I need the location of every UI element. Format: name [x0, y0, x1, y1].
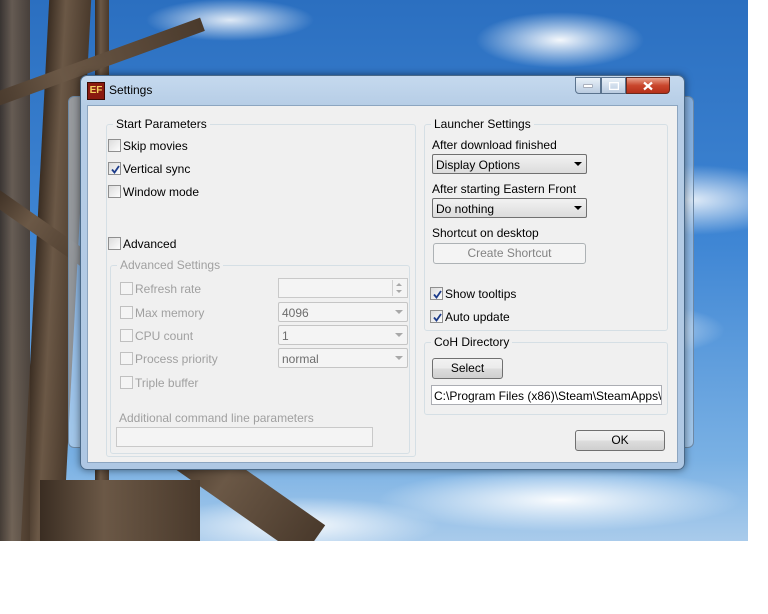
cpu-count-value: 1: [282, 329, 289, 343]
shortcut-label: Shortcut on desktop: [432, 226, 539, 240]
app-icon: EF: [87, 82, 105, 100]
launcher-settings-group: Launcher Settings After download finishe…: [424, 117, 668, 331]
chevron-down-icon: [574, 206, 582, 210]
after-start-label: After starting Eastern Front: [432, 182, 577, 196]
coh-directory-title: CoH Directory: [431, 335, 513, 349]
max-memory-checkbox[interactable]: [120, 306, 133, 319]
advanced-checkbox[interactable]: [108, 237, 121, 250]
checkmark-icon: [111, 165, 120, 174]
advanced-label: Advanced: [123, 237, 177, 251]
window-title: Settings: [109, 83, 153, 97]
chevron-down-icon: [574, 162, 582, 166]
advanced-settings-group: Advanced Settings Refresh rate Max memor…: [110, 258, 410, 454]
max-memory-value: 4096: [282, 306, 309, 320]
after-download-value: Display Options: [436, 158, 521, 172]
coh-directory-group: CoH Directory Select C:\Program Files (x…: [424, 335, 668, 415]
triple-buffer-label: Triple buffer: [135, 376, 199, 390]
cpu-count-checkbox[interactable]: [120, 329, 133, 342]
select-directory-button[interactable]: Select: [432, 358, 503, 379]
checkmark-icon: [433, 313, 442, 322]
vertical-sync-label: Vertical sync: [123, 162, 191, 176]
window-mode-label: Window mode: [123, 185, 200, 199]
skip-movies-checkbox[interactable]: [108, 139, 121, 152]
after-download-dropdown[interactable]: Display Options: [432, 154, 587, 174]
after-start-dropdown[interactable]: Do nothing: [432, 198, 587, 218]
chevron-down-icon: [395, 310, 403, 314]
close-button[interactable]: [626, 77, 670, 94]
close-icon: [643, 81, 653, 90]
max-memory-label: Max memory: [135, 306, 205, 320]
show-tooltips-checkbox[interactable]: [430, 287, 443, 300]
auto-update-label: Auto update: [445, 310, 510, 324]
checkmark-icon: [433, 290, 442, 299]
title-bar[interactable]: EF Settings: [81, 76, 684, 104]
refresh-rate-checkbox[interactable]: [120, 282, 133, 295]
advanced-settings-title: Advanced Settings: [117, 258, 224, 272]
window-mode-checkbox[interactable]: [108, 185, 121, 198]
settings-window: EF Settings Start Parameters Skip movies…: [80, 75, 685, 470]
windmill-base: [40, 480, 200, 541]
skip-movies-label: Skip movies: [123, 139, 188, 153]
coh-directory-path: C:\Program Files (x86)\Steam\SteamApps\c…: [434, 389, 662, 403]
maximize-icon: [608, 81, 619, 90]
chevron-down-icon: [395, 356, 403, 360]
coh-directory-path-field[interactable]: C:\Program Files (x86)\Steam\SteamApps\c…: [431, 385, 662, 405]
process-priority-value: normal: [282, 352, 319, 366]
launcher-settings-title: Launcher Settings: [431, 117, 534, 131]
triple-buffer-checkbox[interactable]: [120, 376, 133, 389]
after-start-value: Do nothing: [436, 202, 495, 216]
show-tooltips-label: Show tooltips: [445, 287, 517, 301]
cpu-count-label: CPU count: [135, 329, 194, 343]
after-download-label: After download finished: [432, 138, 557, 152]
create-shortcut-button[interactable]: Create Shortcut: [433, 243, 586, 264]
refresh-rate-label: Refresh rate: [135, 282, 202, 296]
minimize-button[interactable]: [575, 77, 601, 94]
auto-update-checkbox[interactable]: [430, 310, 443, 323]
start-parameters-group: Start Parameters Skip movies Vertical sy…: [106, 117, 416, 457]
process-priority-checkbox[interactable]: [120, 352, 133, 365]
command-line-label: Additional command line parameters: [119, 411, 314, 425]
process-priority-dropdown[interactable]: normal: [278, 348, 408, 368]
command-line-input[interactable]: [116, 427, 373, 447]
dialog-client-area: Start Parameters Skip movies Vertical sy…: [87, 105, 678, 463]
minimize-icon: [583, 84, 593, 87]
max-memory-dropdown[interactable]: 4096: [278, 302, 408, 322]
refresh-rate-spinbox[interactable]: [278, 278, 408, 298]
spin-arrows-icon[interactable]: [392, 280, 406, 296]
ok-button[interactable]: OK: [575, 430, 665, 451]
start-parameters-title: Start Parameters: [113, 117, 210, 131]
process-priority-label: Process priority: [135, 352, 218, 366]
cpu-count-dropdown[interactable]: 1: [278, 325, 408, 345]
vertical-sync-checkbox[interactable]: [108, 162, 121, 175]
chevron-down-icon: [395, 333, 403, 337]
maximize-button[interactable]: [601, 77, 626, 94]
